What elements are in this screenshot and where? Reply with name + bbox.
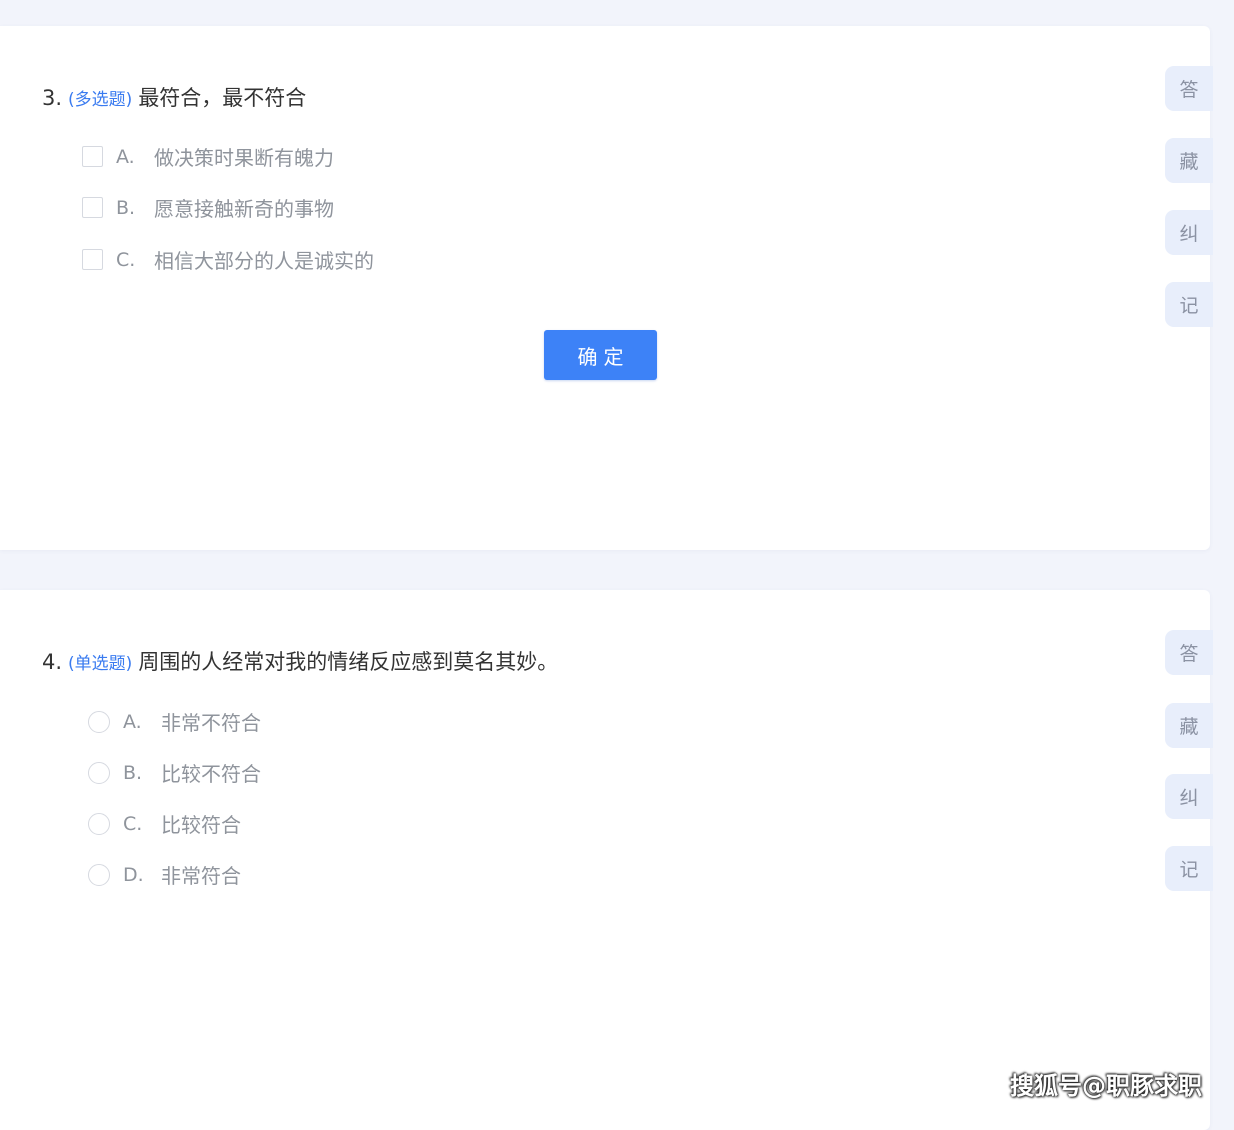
option-c-checkbox[interactable]: C. 相信大部分的人是诚实的 [82,245,374,274]
option-text: 比较符合 [161,813,241,837]
radio-icon[interactable] [88,761,110,784]
report-error-tool-button[interactable]: 纠 [1165,210,1213,255]
radio-icon[interactable] [88,710,110,733]
option-letter: A. [123,710,142,733]
radio-icon[interactable] [88,863,110,886]
option-a-checkbox[interactable]: A. 做决策时果断有魄力 [82,142,334,171]
option-text: 非常符合 [161,864,241,888]
checkbox-icon[interactable] [82,146,103,167]
option-text: 愿意接触新奇的事物 [154,197,334,221]
option-letter: B. [123,761,143,784]
report-error-tool-button[interactable]: 纠 [1165,774,1213,819]
checkbox-icon[interactable] [82,197,103,218]
favorite-tool-button[interactable]: 藏 [1165,703,1213,748]
answer-tool-button[interactable]: 答 [1165,630,1213,675]
question-number: 4. [42,650,63,674]
question-text: 最符合，最不符合 [138,86,307,110]
option-b-checkbox[interactable]: B. 愿意接触新奇的事物 [82,193,334,222]
confirm-button[interactable]: 确定 [544,330,657,380]
question-card-4: 4. (单选题) 周围的人经常对我的情绪反应感到莫名其妙。 A. 非常不符合 B. … [0,590,1213,1130]
question-number: 3. [42,86,63,110]
option-letter: C. [116,248,136,271]
option-d-radio[interactable]: D. 非常符合 [88,860,241,889]
favorite-tool-button[interactable]: 藏 [1165,138,1213,183]
option-text: 做决策时果断有魄力 [154,146,334,170]
question-title: 3. (多选题) 最符合，最不符合 [42,84,306,114]
option-text: 比较不符合 [161,762,261,786]
answer-tool-button[interactable]: 答 [1165,66,1213,111]
question-text: 周围的人经常对我的情绪反应感到莫名其妙。 [138,650,559,674]
option-letter: B. [116,196,136,219]
option-letter: C. [123,812,143,835]
option-letter: D. [123,863,144,886]
option-a-radio[interactable]: A. 非常不符合 [88,707,261,736]
question-card-3: 3. (多选题) 最符合，最不符合 A. 做决策时果断有魄力 B. 愿意接触新奇的事… [0,26,1213,550]
checkbox-icon[interactable] [82,249,103,270]
question-title: 4. (单选题) 周围的人经常对我的情绪反应感到莫名其妙。 [42,648,558,678]
option-c-radio[interactable]: C. 比较符合 [88,809,241,838]
option-b-radio[interactable]: B. 比较不符合 [88,758,261,787]
option-letter: A. [116,145,135,168]
watermark: 搜狐号@职豚求职 [1010,1072,1202,1100]
radio-icon[interactable] [88,812,110,835]
scroll-gutter [1212,0,1234,1111]
question-type-tag: (多选题) [68,90,133,110]
note-tool-button[interactable]: 记 [1165,846,1213,891]
question-type-tag: (单选题) [68,654,133,674]
option-text: 非常不符合 [161,711,261,735]
option-text: 相信大部分的人是诚实的 [154,249,374,273]
note-tool-button[interactable]: 记 [1165,282,1213,327]
